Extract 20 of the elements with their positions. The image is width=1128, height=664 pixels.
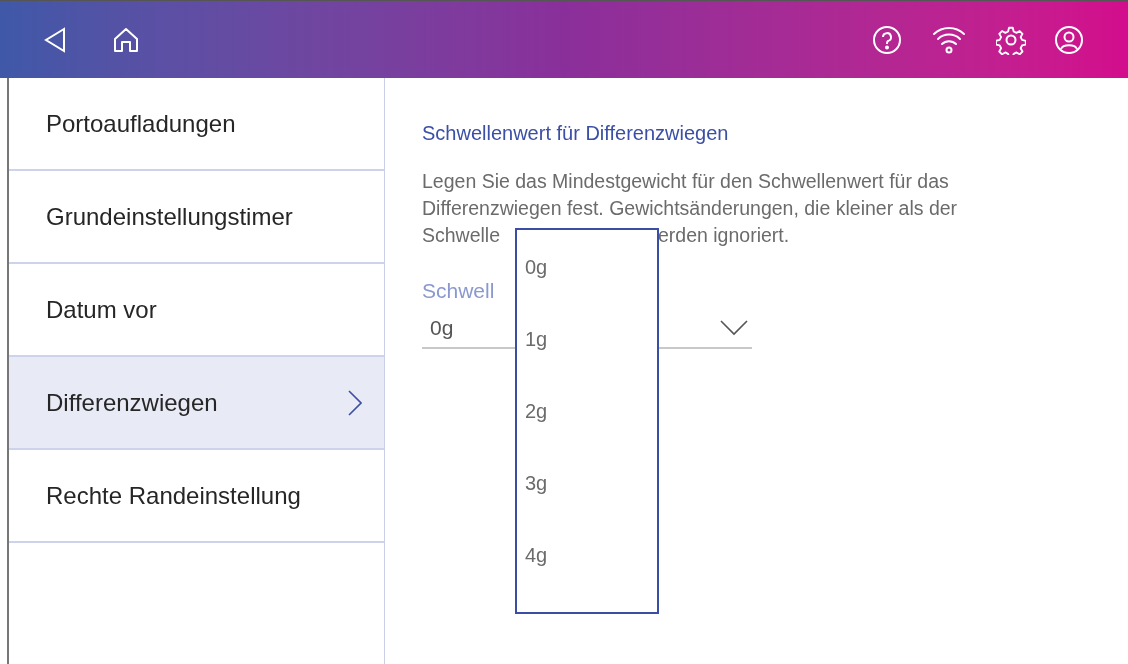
dropdown-option[interactable]: 1g: [517, 324, 657, 396]
chevron-right-icon: [348, 389, 362, 416]
dropdown-option[interactable]: 2g: [517, 396, 657, 468]
account-icon[interactable]: [1054, 24, 1084, 55]
description-fragment: erden ignoriert.: [658, 223, 790, 248]
description-fragment: Schwelle: [422, 223, 501, 248]
settings-icon[interactable]: [996, 24, 1026, 55]
description-line: Legen Sie das Mindestgewicht für den Schwellenwert für das: [422, 169, 950, 194]
section-title: Schwellenwert für Differenzwiegen: [422, 121, 730, 146]
field-label: Schwell: [422, 278, 495, 304]
dropdown-option[interactable]: 4g: [517, 540, 657, 612]
sidebar-item[interactable]: Differenzwiegen: [9, 357, 384, 450]
home-icon[interactable]: [112, 25, 140, 54]
dropdown-option[interactable]: 3g: [517, 468, 657, 540]
dropdown-option[interactable]: 0g: [517, 252, 657, 324]
back-icon[interactable]: [44, 26, 66, 53]
wifi-icon[interactable]: [932, 24, 966, 55]
chevron-down-icon: [720, 320, 748, 336]
help-icon[interactable]: [872, 24, 902, 55]
description-line: Differenzwiegen fest. Gewichtsänderungen, die kleiner als der: [422, 196, 959, 221]
